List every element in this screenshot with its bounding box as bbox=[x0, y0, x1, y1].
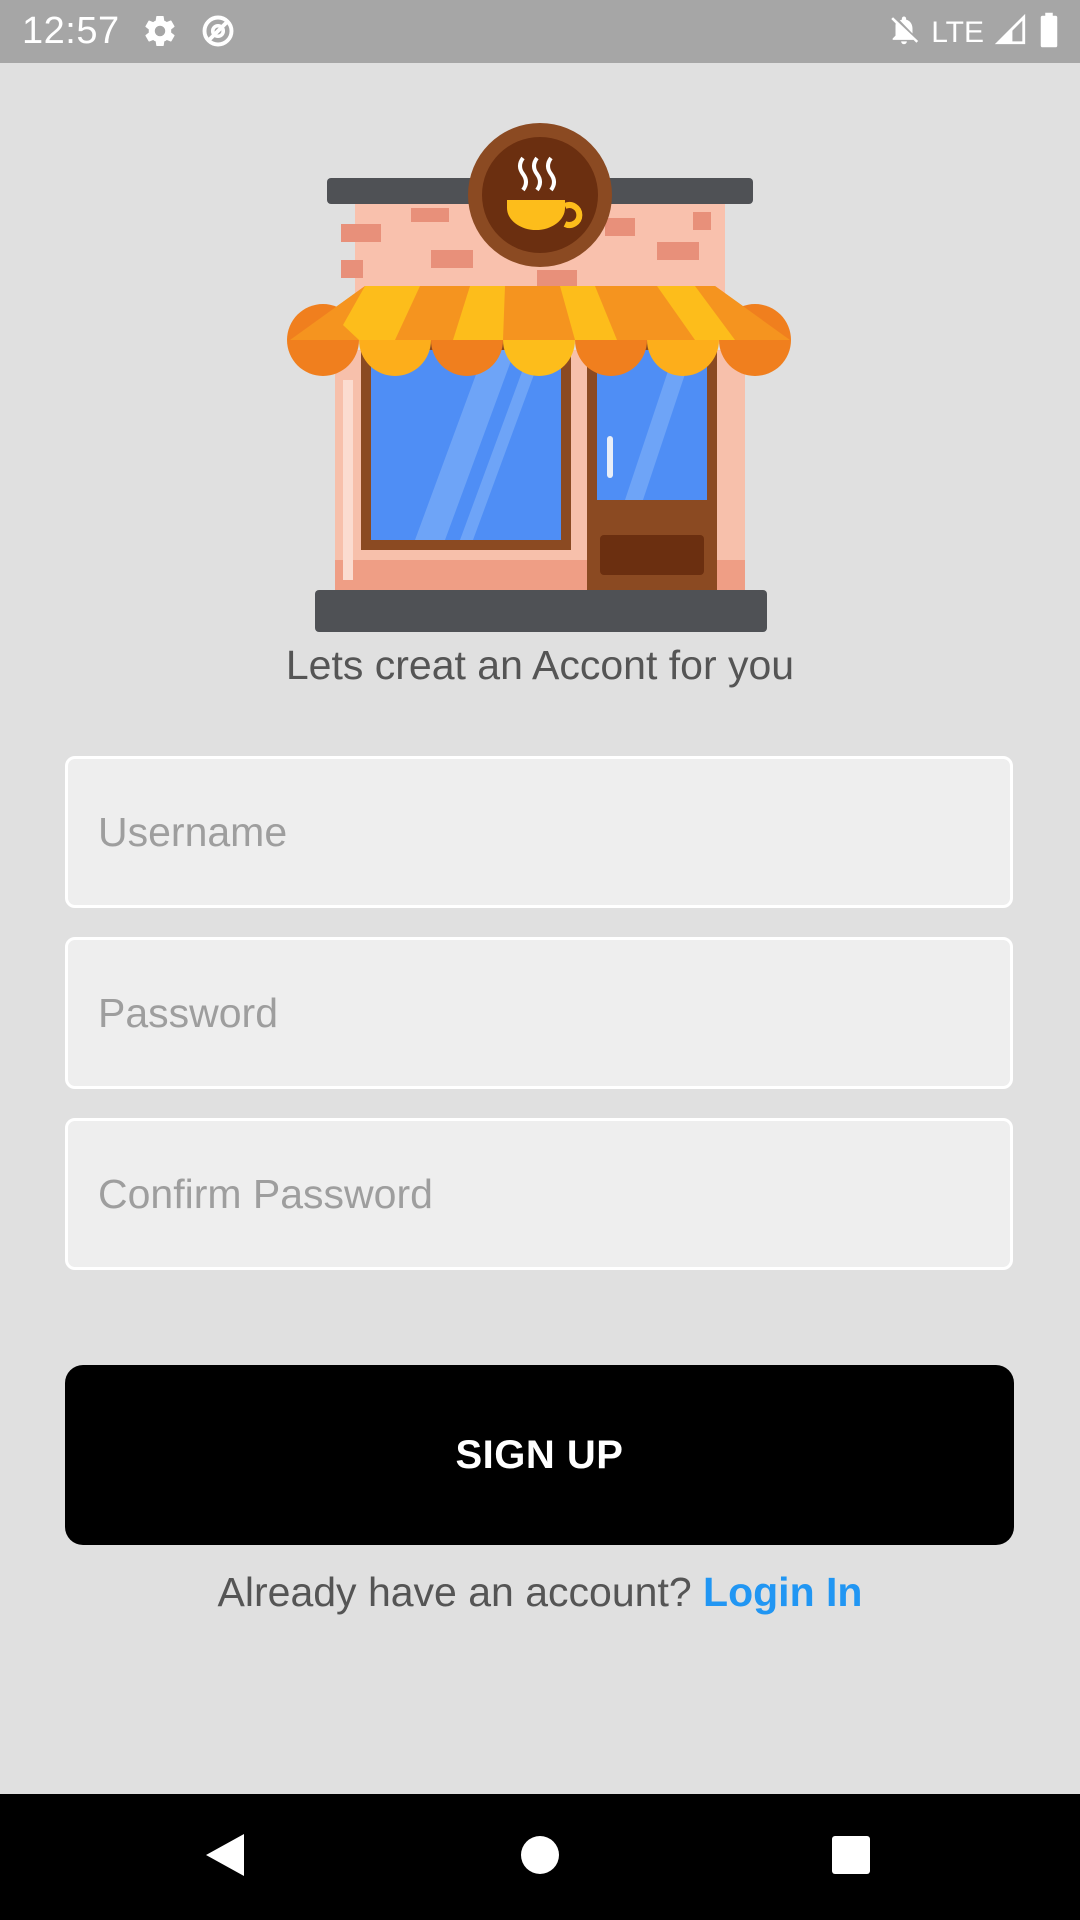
settings-icon bbox=[142, 13, 178, 54]
status-bar: 12:57 LTE bbox=[0, 0, 1080, 63]
status-left-icons bbox=[142, 13, 236, 54]
battery-icon bbox=[1038, 12, 1060, 53]
username-field[interactable] bbox=[65, 756, 1013, 908]
login-prompt-row: Already have an account? Login In bbox=[0, 1564, 1080, 1620]
status-right-icons: LTE bbox=[887, 12, 1060, 53]
home-button[interactable] bbox=[470, 1794, 610, 1920]
password-field[interactable] bbox=[65, 937, 1013, 1089]
recents-icon bbox=[831, 1835, 871, 1880]
home-icon bbox=[520, 1835, 560, 1880]
back-button[interactable] bbox=[155, 1794, 295, 1920]
login-prompt-text: Already have an account? bbox=[217, 1569, 692, 1615]
signup-screen: 12:57 LTE Lets creat an Accont for you U… bbox=[0, 0, 1080, 1920]
recents-button[interactable] bbox=[781, 1794, 921, 1920]
signal-icon bbox=[994, 13, 1028, 52]
login-link[interactable]: Login In bbox=[703, 1569, 862, 1615]
confirm-password-field[interactable] bbox=[65, 1118, 1013, 1270]
data-saver-icon bbox=[200, 13, 236, 54]
notifications-off-icon bbox=[887, 12, 921, 53]
password-input[interactable] bbox=[68, 940, 1010, 1086]
username-input[interactable] bbox=[68, 759, 1010, 905]
page-subtitle: Lets creat an Accont for you bbox=[285, 642, 795, 688]
network-type-label: LTE bbox=[931, 15, 984, 49]
back-icon bbox=[204, 1832, 246, 1883]
navigation-bar bbox=[0, 1794, 1080, 1920]
coffee-shop-illustration bbox=[285, 120, 795, 635]
confirm-password-input[interactable] bbox=[68, 1121, 1010, 1267]
signup-button[interactable]: SIGN UP bbox=[65, 1365, 1014, 1545]
status-time: 12:57 bbox=[22, 10, 120, 52]
